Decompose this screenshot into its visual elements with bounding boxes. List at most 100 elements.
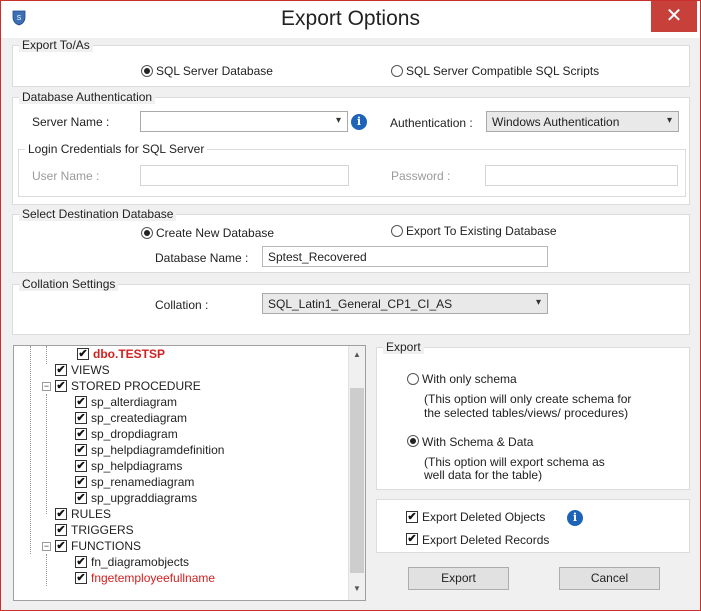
tree-item-label: TRIGGERS (71, 523, 134, 537)
tree-item-dbo-testsp[interactable]: ✔ dbo.TESTSP (77, 347, 317, 363)
checkbox-fn-diagramobjects[interactable]: ✔ (75, 556, 87, 568)
export-button[interactable]: Export (408, 567, 509, 590)
checkbox-sp-upgraddiagrams[interactable]: ✔ (75, 492, 87, 504)
tree-item-sp-alterdiagram[interactable]: ✔ sp_alterdiagram (75, 395, 315, 411)
schema-and-data-label: With Schema & Data (422, 435, 534, 449)
password-label: Password : (391, 169, 451, 183)
cancel-button[interactable]: Cancel (559, 567, 660, 590)
collation-select[interactable]: SQL_Latin1_General_CP1_CI_AS ▾ (262, 293, 548, 314)
radio-sql-server-database[interactable] (141, 65, 153, 77)
checkbox-rules[interactable]: ✔ (55, 508, 67, 520)
tree-item-sp-upgraddiagrams[interactable]: ✔ sp_upgraddiagrams (75, 491, 315, 507)
sql-server-database-label: SQL Server Database (156, 64, 273, 78)
checkbox-export-deleted-records[interactable]: ✔ (406, 533, 418, 545)
close-icon: ✕ (665, 5, 683, 27)
authentication-value: Windows Authentication (492, 115, 620, 129)
tree-item-label: sp_upgraddiagrams (91, 491, 198, 505)
checkbox-dbo-testsp[interactable]: ✔ (77, 348, 89, 360)
checkbox-stored-procedure[interactable]: ✔ (55, 380, 67, 392)
only-schema-description: (This option will only create schema for (424, 392, 632, 406)
tree-item-views[interactable]: ✔ VIEWS (55, 363, 295, 379)
tree-item-fngetemployeefullname[interactable]: ✔ fngetemployeefullname (75, 571, 315, 587)
export-to-group: Export To/As SQL Server Database SQL Ser… (12, 38, 690, 87)
tree-item-rules[interactable]: ✔ RULES (55, 507, 295, 523)
tree-item-label: RULES (71, 507, 112, 521)
sql-scripts-label: SQL Server Compatible SQL Scripts (406, 64, 600, 78)
radio-sql-scripts[interactable] (391, 65, 403, 77)
radio-create-new-database[interactable] (141, 227, 153, 239)
tree-item-functions[interactable]: ✔ FUNCTIONS (55, 539, 295, 555)
database-name-label: Database Name : (155, 251, 249, 265)
export-legend: Export (383, 340, 424, 354)
checkbox-sp-creatediagram[interactable]: ✔ (75, 412, 87, 424)
checkbox-sp-helpdiagrams[interactable]: ✔ (75, 460, 87, 472)
tree-item-label: FUNCTIONS (71, 539, 141, 553)
tree-connector (46, 346, 47, 364)
checkbox-sp-alterdiagram[interactable]: ✔ (75, 396, 87, 408)
username-input[interactable] (140, 165, 349, 186)
checkbox-functions[interactable]: ✔ (55, 540, 67, 552)
checkbox-fngetemployeefullname[interactable]: ✔ (75, 572, 87, 584)
collapse-functions-icon[interactable]: − (42, 542, 51, 551)
database-authentication-group: Database Authentication Server Name : ▾ … (12, 90, 690, 205)
tree-item-label: sp_helpdiagramdefinition (91, 443, 225, 457)
schema-and-data-description: (This option will export schema as (424, 455, 605, 469)
radio-export-existing-database[interactable] (391, 225, 403, 237)
tree-item-sp-renamediagram[interactable]: ✔ sp_renamediagram (75, 475, 315, 491)
collapse-stored-procedure-icon[interactable]: − (42, 382, 51, 391)
server-name-label: Server Name : (32, 115, 110, 129)
tree-item-sp-helpdiagramdefinition[interactable]: ✔ sp_helpdiagramdefinition (75, 443, 315, 459)
checkbox-export-deleted-objects[interactable]: ✔ (406, 511, 418, 523)
info-icon[interactable]: i (351, 114, 367, 130)
title-bar: S Export Options ✕ (1, 1, 700, 38)
tree-item-sp-creatediagram[interactable]: ✔ sp_creatediagram (75, 411, 315, 427)
deleted-items-group: ✔ Export Deleted Objects i ✔ Export Dele… (376, 499, 690, 553)
scroll-up-icon[interactable]: ▲ (349, 350, 365, 359)
checkbox-views[interactable]: ✔ (55, 364, 67, 376)
chevron-down-icon: ▾ (666, 115, 672, 126)
tree-item-sp-helpdiagrams[interactable]: ✔ sp_helpdiagrams (75, 459, 315, 475)
tree-item-label: sp_dropdiagram (91, 427, 178, 441)
close-button[interactable]: ✕ (651, 1, 697, 32)
export-options-dialog: S Export Options ✕ Export To/As SQL Serv… (0, 0, 701, 611)
collation-settings-group: Collation Settings Collation : SQL_Latin… (12, 277, 690, 335)
radio-only-schema[interactable] (407, 373, 419, 385)
objects-tree[interactable]: ✔ dbo.TESTSP ✔ VIEWS − ✔ STORED PROCEDUR… (13, 345, 366, 601)
collation-legend: Collation Settings (19, 277, 119, 291)
tree-item-stored-procedure[interactable]: ✔ STORED PROCEDURE (55, 379, 295, 395)
tree-item-label: sp_helpdiagrams (91, 459, 183, 473)
login-credentials-group: Login Credentials for SQL Server User Na… (18, 142, 686, 197)
only-schema-label: With only schema (422, 372, 517, 386)
checkbox-sp-dropdiagram[interactable]: ✔ (75, 428, 87, 440)
tree-item-triggers[interactable]: ✔ TRIGGERS (55, 523, 295, 539)
scrollbar-thumb[interactable] (350, 388, 364, 573)
password-input[interactable] (485, 165, 678, 186)
tree-item-label: sp_renamediagram (91, 475, 195, 489)
collation-value: SQL_Latin1_General_CP1_CI_AS (268, 297, 453, 311)
radio-schema-and-data[interactable] (407, 435, 419, 447)
tree-item-label: sp_alterdiagram (91, 395, 178, 409)
db-auth-legend: Database Authentication (19, 90, 156, 104)
export-group: Export With only schema (This option wil… (376, 340, 690, 490)
server-name-combobox[interactable]: ▾ (140, 111, 348, 132)
collation-label: Collation : (155, 298, 209, 312)
authentication-label: Authentication : (390, 116, 473, 130)
login-credentials-legend: Login Credentials for SQL Server (25, 142, 208, 156)
info-icon[interactable]: i (567, 510, 583, 526)
tree-scrollbar[interactable]: ▲ ▼ (348, 346, 365, 600)
tree-connector (46, 554, 47, 586)
tree-item-sp-dropdiagram[interactable]: ✔ sp_dropdiagram (75, 427, 315, 443)
export-existing-database-label: Export To Existing Database (406, 224, 557, 238)
tree-item-fn-diagramobjects[interactable]: ✔ fn_diagramobjects (75, 555, 315, 571)
destination-legend: Select Destination Database (19, 207, 177, 221)
checkbox-sp-renamediagram[interactable]: ✔ (75, 476, 87, 488)
checkbox-sp-helpdiagramdefinition[interactable]: ✔ (75, 444, 87, 456)
scroll-down-icon[interactable]: ▼ (349, 584, 365, 593)
schema-and-data-description-2: well data for the table) (424, 468, 543, 482)
chevron-down-icon: ▾ (335, 115, 341, 126)
checkbox-triggers[interactable]: ✔ (55, 524, 67, 536)
tree-connector (30, 346, 31, 554)
authentication-select[interactable]: Windows Authentication ▾ (486, 111, 679, 132)
database-name-input[interactable]: Sptest_Recovered (262, 246, 548, 267)
export-deleted-records-label: Export Deleted Records (422, 533, 550, 547)
